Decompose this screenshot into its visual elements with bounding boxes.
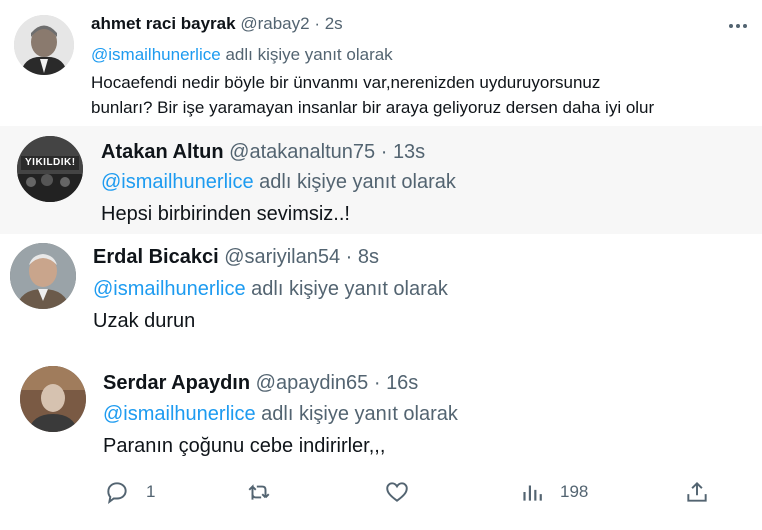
separator: · <box>380 141 388 163</box>
post-time[interactable]: 13s <box>393 141 425 163</box>
post-serdar-apaydin[interactable]: Serdar Apaydın @apaydin65 · 16s @ismailh… <box>0 354 762 530</box>
post-time[interactable]: 2s <box>325 14 343 33</box>
reply-label: adlı kişiye yanıt olarak <box>251 278 448 300</box>
views-icon <box>523 485 542 501</box>
post-atakan-altun[interactable]: YIKILDIK! Atakan Altun @atakanaltun75 · … <box>0 126 762 234</box>
post-text-line: Hocaefendi nedir böyle bir ünvanmı var,n… <box>91 73 601 92</box>
avatar[interactable] <box>20 366 86 432</box>
views-button[interactable]: 198 <box>518 479 588 505</box>
post-erdal-bicakci[interactable]: Erdal Bicakci @sariyilan54 · 8s @ismailh… <box>0 234 762 354</box>
post-text-line: bunları? Bir işe yaramayan insanlar bir … <box>91 98 655 117</box>
views-count: 198 <box>560 482 589 501</box>
reply-mention[interactable]: @ismailhunerlice <box>101 171 254 193</box>
separator: · <box>373 372 381 394</box>
separator: · <box>314 14 320 33</box>
reply-mention[interactable]: @ismailhunerlice <box>103 403 256 425</box>
reply-mention[interactable]: @ismailhunerlice <box>93 278 246 300</box>
post-ahmet-raci-bayrak[interactable]: ahmet raci bayrak @rabay2 · 2s @ismailhu… <box>0 0 762 126</box>
avatar[interactable]: YIKILDIK! <box>17 136 83 202</box>
reply-label: adlı kişiye yanıt olarak <box>259 171 456 193</box>
reply-label: adlı kişiye yanıt olarak <box>225 45 393 64</box>
avatar-banner-text: YIKILDIK! <box>25 157 76 168</box>
author-name[interactable]: Atakan Altun <box>101 141 224 163</box>
author-name[interactable]: ahmet raci bayrak <box>91 14 236 33</box>
avatar[interactable] <box>14 15 74 75</box>
post-time[interactable]: 8s <box>358 246 379 268</box>
author-handle[interactable]: @apaydin65 <box>256 372 369 394</box>
retweet-icon <box>248 484 270 500</box>
reply-label: adlı kişiye yanıt olarak <box>261 403 458 425</box>
share-icon <box>687 481 707 502</box>
author-name[interactable]: Erdal Bicakci <box>93 246 219 268</box>
like-icon <box>386 482 408 502</box>
author-handle[interactable]: @rabay2 <box>240 14 309 33</box>
reply-count: 1 <box>146 482 156 501</box>
share-button[interactable] <box>684 479 710 505</box>
author-handle[interactable]: @sariyilan54 <box>224 246 340 268</box>
post-text-line: Paranın çoğunu cebe indirirler,,, <box>103 435 386 457</box>
avatar[interactable] <box>10 243 76 309</box>
reply-mention[interactable]: @ismailhunerlice <box>91 45 221 64</box>
reply-icon <box>107 482 127 505</box>
retweet-button[interactable] <box>246 479 272 505</box>
post-text-line: Hepsi birbirinden sevimsiz..! <box>101 203 350 225</box>
post-time[interactable]: 16s <box>386 372 418 394</box>
more-options-icon[interactable] <box>726 14 750 38</box>
post-text-line: Uzak durun <box>93 310 196 332</box>
author-handle[interactable]: @atakanaltun75 <box>229 141 375 163</box>
separator: · <box>345 246 353 268</box>
author-name[interactable]: Serdar Apaydın <box>103 372 250 394</box>
like-button[interactable] <box>384 479 410 505</box>
reply-button[interactable]: 1 <box>104 479 155 505</box>
